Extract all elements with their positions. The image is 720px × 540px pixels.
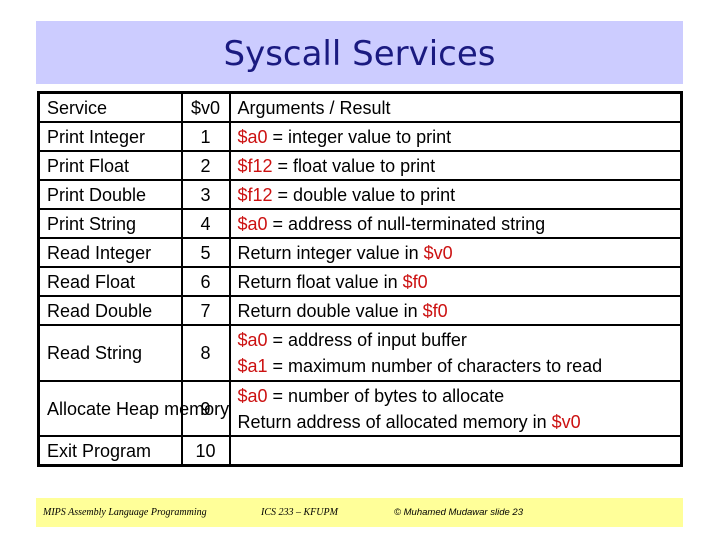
service-arguments: $f12 = double value to print: [228, 179, 683, 210]
service-name: Print Double: [37, 179, 183, 210]
argument-line: $a0 = integer value to print: [238, 124, 681, 150]
register-name: $v0: [423, 242, 453, 263]
slide-title: Syscall Services: [223, 33, 496, 74]
table-row: Exit Program 10: [37, 435, 683, 467]
service-name: Read Double: [37, 295, 183, 326]
service-code: 1: [180, 121, 231, 152]
service-name: Allocate Heap memory: [37, 380, 229, 437]
argument-text: = double value to print: [272, 184, 456, 205]
footer-course: MIPS Assembly Language Programming: [43, 507, 207, 518]
argument-text: = maximum number of characters to read: [267, 356, 603, 376]
table-row: Read String 8 $a0 = address of input buffe…: [37, 324, 683, 382]
table-row: Read Integer 5 Return integer value in $v0: [37, 237, 683, 268]
argument-line: $f12 = float value to print: [238, 153, 681, 179]
table-row: Allocate Heap memory 9 $a0 = number of byt…: [37, 380, 683, 437]
register-name: $a0: [237, 330, 268, 350]
table-row: Read Double 7 Return double value in $f0: [37, 295, 683, 326]
argument-line: $a0 = address of input buffer: [238, 327, 681, 353]
register-name: $f0: [402, 271, 428, 292]
header-args: Arguments / Result: [228, 91, 683, 123]
service-code: 8: [180, 324, 231, 382]
service-name: Read Integer: [37, 237, 183, 268]
service-arguments: [228, 435, 683, 467]
service-code: 10: [180, 435, 231, 467]
service-name: Read String: [37, 324, 183, 382]
service-name: Print String: [37, 208, 183, 239]
argument-text: Return address of allocated memory in: [237, 411, 552, 432]
argument-text: Return float value in: [237, 271, 403, 292]
argument-line: $a1 = maximum number of characters to re…: [238, 353, 681, 379]
table-row: Print Float 2 $f12 = float value to print: [37, 150, 683, 181]
table-row: Print String 4 $a0 = address of null-termi…: [37, 208, 683, 239]
argument-line: $a0 = address of null-terminated string: [238, 211, 681, 237]
service-name: Read Float: [37, 266, 183, 297]
service-arguments: $a0 = address of null-terminated string: [228, 208, 683, 239]
table-row: Read Float 6 Return float value in $f0: [37, 266, 683, 297]
register-name: $v0: [551, 411, 581, 432]
argument-line: Return address of allocated memory in $v…: [238, 409, 681, 435]
argument-line: $a0 = number of bytes to allocate: [238, 383, 681, 409]
footer-institution: ICS 233 – KFUPM: [261, 507, 338, 518]
table-row: Print Integer 1 $a0 = integer value to pri…: [37, 121, 683, 152]
header-service: Service: [37, 91, 183, 123]
register-name: $a0: [237, 213, 268, 234]
footer-band: MIPS Assembly Language Programming ICS 2…: [36, 498, 683, 527]
header-v0: $v0: [180, 91, 231, 123]
argument-line: Return float value in $f0: [238, 269, 681, 295]
footer-author-slide: © Muhamed Mudawar slide 23: [394, 507, 523, 518]
register-name: $f12: [237, 155, 273, 176]
register-name: $f0: [422, 300, 448, 321]
argument-text: = integer value to print: [267, 126, 452, 147]
table-row: Print Double 3 $f12 = double value to prin…: [37, 179, 683, 210]
service-name: Print Integer: [37, 121, 183, 152]
register-name: $a1: [237, 356, 268, 376]
service-name: Print Float: [37, 150, 183, 181]
syscall-table: Service $v0 Arguments / Result Print Int…: [37, 91, 683, 467]
service-arguments: Return float value in $f0: [228, 266, 683, 297]
argument-text: = float value to print: [272, 155, 436, 176]
argument-line: Return integer value in $v0: [238, 240, 681, 266]
service-arguments: $a0 = integer value to print: [228, 121, 683, 152]
service-code: 5: [180, 237, 231, 268]
service-name: Exit Program: [37, 435, 183, 467]
register-name: $a0: [237, 385, 268, 406]
argument-text: Return integer value in: [237, 242, 424, 263]
service-arguments: Return integer value in $v0: [228, 237, 683, 268]
service-code: 3: [180, 179, 231, 210]
title-band: Syscall Services: [36, 21, 683, 84]
service-code: 4: [180, 208, 231, 239]
argument-text: = address of input buffer: [267, 330, 467, 350]
service-code: 2: [180, 150, 231, 181]
argument-text: = address of null-terminated string: [267, 213, 546, 234]
argument-text: Return double value in: [237, 300, 423, 321]
service-code: 6: [180, 266, 231, 297]
argument-text: = number of bytes to allocate: [267, 385, 505, 406]
register-name: $a0: [237, 126, 268, 147]
register-name: $f12: [237, 184, 273, 205]
service-arguments: $a0 = address of input buffer $a1 = maxim…: [228, 324, 683, 382]
argument-line: $f12 = double value to print: [238, 182, 681, 208]
service-arguments: $f12 = float value to print: [228, 150, 683, 181]
argument-line: Return double value in $f0: [238, 298, 681, 324]
service-arguments: $a0 = number of bytes to allocate Return …: [228, 380, 683, 437]
service-arguments: Return double value in $f0: [228, 295, 683, 326]
table-header-row: Service $v0 Arguments / Result: [37, 91, 683, 123]
service-code: 7: [180, 295, 231, 326]
